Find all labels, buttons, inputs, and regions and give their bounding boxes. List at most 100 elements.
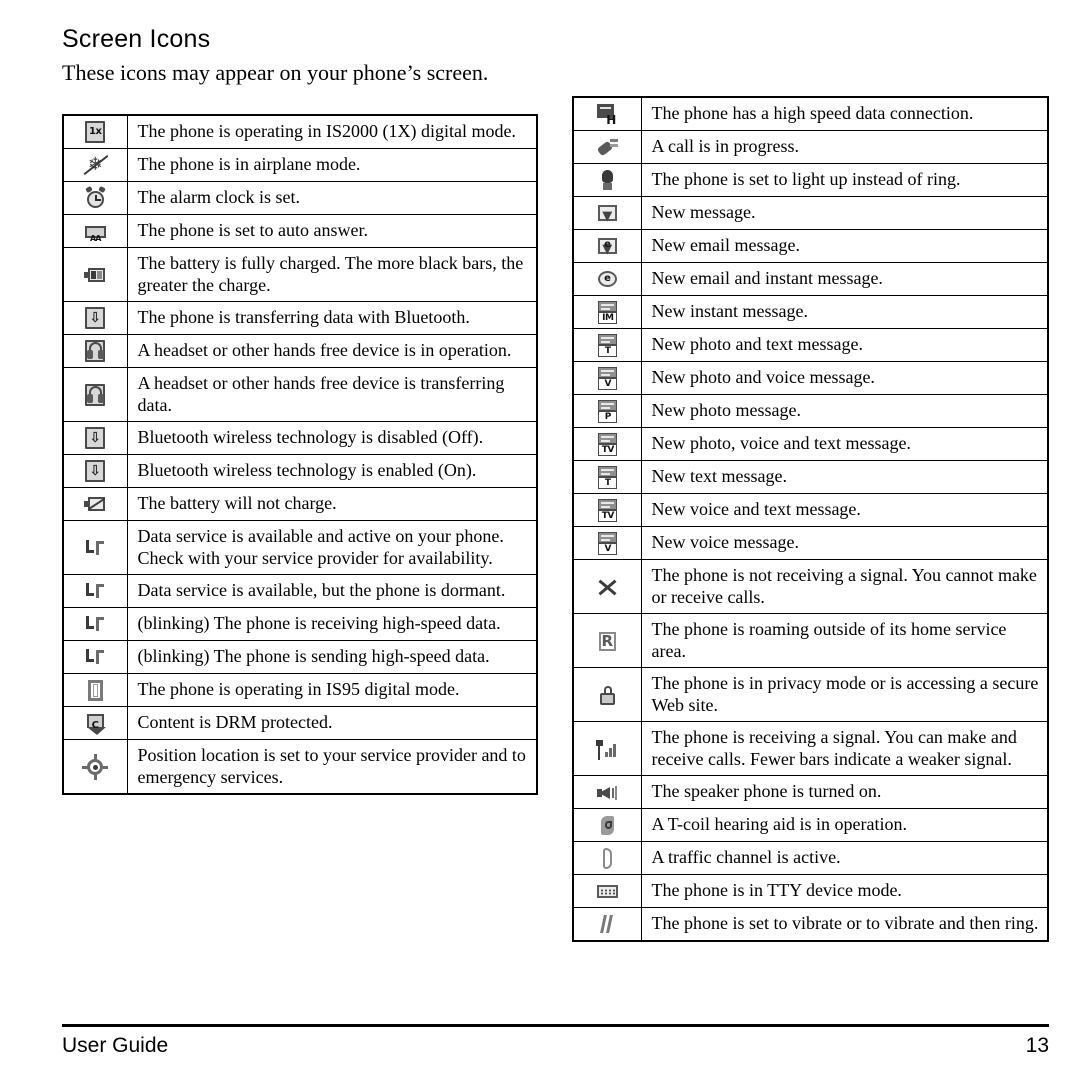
table-row: The battery will not charge. (62, 487, 538, 521)
table-row: ▼ e New email message. (572, 229, 1049, 263)
table-row: ⇩ Bluetooth wireless technology is disabl… (62, 421, 538, 455)
light-up-instead-of-ring-icon (572, 163, 642, 197)
table-row: A headset or other hands free device is … (62, 367, 538, 422)
table-row: Position location is set to your service… (62, 739, 538, 795)
table-row: ⇩ The phone is transferring data with Blu… (62, 301, 538, 335)
heading-block: Screen Icons These icons may appear on y… (62, 24, 762, 87)
drm-protected-icon: C (62, 706, 128, 740)
roaming-icon: R (572, 613, 642, 668)
page-footer: User Guide 13 (62, 1024, 1049, 1058)
icon-description: A headset or other hands free device is … (126, 367, 538, 422)
icon-description: Data service is available and active on … (126, 520, 538, 575)
battery-not-charging-icon (62, 487, 128, 521)
new-instant-message-icon: IM (572, 295, 642, 329)
document-page: Screen Icons These icons may appear on y… (0, 0, 1080, 1080)
icon-description: New text message. (640, 460, 1049, 494)
icon-description: The phone has a high speed data connecti… (640, 96, 1049, 131)
icon-description: A T-coil hearing aid is in operation. (640, 808, 1049, 842)
icon-description: A call is in progress. (640, 130, 1049, 164)
signal-strength-icon (572, 721, 642, 776)
icon-description: The phone is transferring data with Blue… (126, 301, 538, 335)
icon-description: New photo message. (640, 394, 1049, 428)
table-row: The phone is set to light up instead of … (572, 163, 1049, 197)
auto-answer-icon: AA (62, 214, 128, 248)
table-row: The phone is in privacy mode or is acces… (572, 667, 1049, 722)
icon-description: The phone is set to vibrate or to vibrat… (640, 907, 1049, 942)
icon-description: The phone is in airplane mode. (126, 148, 538, 182)
bluetooth-transferring-icon: ⇩ (62, 301, 128, 335)
screen-icons-table-right: H The phone has a high speed data connect… (572, 96, 1049, 942)
footer-page-number: 13 (1025, 1034, 1049, 1057)
icon-description: The battery is fully charged. The more b… (126, 247, 538, 302)
icon-description: The phone is in privacy mode or is acces… (640, 667, 1049, 722)
airplane-mode-icon: ❄ (62, 148, 128, 182)
table-row: Data service is available, but the phone… (62, 574, 538, 608)
icon-description: (blinking) The phone is sending high-spe… (126, 640, 538, 674)
table-row: The phone is operating in IS95 digital m… (62, 673, 538, 707)
new-email-message-icon: ▼ e (572, 229, 642, 263)
icon-description: The phone is set to auto answer. (126, 214, 538, 248)
headset-transferring-icon (62, 367, 128, 422)
table-row: The phone is set to vibrate or to vibrat… (572, 907, 1049, 942)
table-row: V New photo and voice message. (572, 361, 1049, 395)
icon-description: The battery will not charge. (126, 487, 538, 521)
table-row: (blinking) The phone is receiving high-s… (62, 607, 538, 641)
new-voice-message-icon: V (572, 526, 642, 560)
data-service-active-icon (62, 520, 128, 575)
no-signal-icon (572, 559, 642, 614)
icon-description: The phone is not receiving a signal. You… (640, 559, 1049, 614)
table-row: A headset or other hands free device is … (62, 334, 538, 368)
new-voice-and-text-message-icon: TV (572, 493, 642, 527)
table-row: TV New voice and text message. (572, 493, 1049, 527)
icon-description: New photo and text message. (640, 328, 1049, 362)
high-speed-data-icon: H (572, 96, 642, 131)
icon-description: New voice and text message. (640, 493, 1049, 527)
new-email-and-instant-message-icon: e (572, 262, 642, 296)
table-row: A T-coil hearing aid is in operation. (572, 808, 1049, 842)
table-row: The alarm clock is set. (62, 181, 538, 215)
alarm-clock-icon (62, 181, 128, 215)
traffic-channel-active-icon (572, 841, 642, 875)
data-sending-highspeed-icon (62, 640, 128, 674)
new-photo-and-text-message-icon: T (572, 328, 642, 362)
icon-description: The phone is roaming outside of its home… (640, 613, 1049, 668)
table-row: The speaker phone is turned on. (572, 775, 1049, 809)
table-row: TV New photo, voice and text message. (572, 427, 1049, 461)
icon-description: New photo and voice message. (640, 361, 1049, 395)
table-row: e New email and instant message. (572, 262, 1049, 296)
page-intro-text: These icons may appear on your phone’s s… (62, 60, 489, 85)
table-row: The phone is in TTY device mode. (572, 874, 1049, 908)
table-row: ⇩ Bluetooth wireless technology is enable… (62, 454, 538, 488)
new-photo-message-icon: P (572, 394, 642, 428)
icon-description: The phone is operating in IS95 digital m… (126, 673, 538, 707)
table-row: The phone is not receiving a signal. You… (572, 559, 1049, 614)
icon-description: Data service is available, but the phone… (126, 574, 538, 608)
screen-icons-table-left: 1x The phone is operating in IS2000 (1X) … (62, 114, 538, 795)
table-row: ▼ New message. (572, 196, 1049, 230)
new-photo-voice-and-text-message-icon: TV (572, 427, 642, 461)
icon-description: New message. (640, 196, 1049, 230)
table-row: C Content is DRM protected. (62, 706, 538, 740)
icon-description: A traffic channel is active. (640, 841, 1049, 875)
data-receiving-highspeed-icon (62, 607, 128, 641)
table-body-left: 1x The phone is operating in IS2000 (1X) … (62, 114, 538, 795)
icon-description: The phone is in TTY device mode. (640, 874, 1049, 908)
table-row: 1x The phone is operating in IS2000 (1X) … (62, 114, 538, 149)
icon-description: New photo, voice and text message. (640, 427, 1049, 461)
icon-description: (blinking) The phone is receiving high-s… (126, 607, 538, 641)
table-row: A traffic channel is active. (572, 841, 1049, 875)
table-row: IM New instant message. (572, 295, 1049, 329)
icon-description: The phone is receiving a signal. You can… (640, 721, 1049, 776)
table-row: H The phone has a high speed data connect… (572, 96, 1049, 131)
footer-row: User Guide 13 (62, 1027, 1049, 1058)
bluetooth-enabled-icon: ⇩ (62, 454, 128, 488)
data-service-dormant-icon (62, 574, 128, 608)
footer-document-label: User Guide (62, 1034, 169, 1057)
privacy-secure-lock-icon (572, 667, 642, 722)
tty-device-mode-icon (572, 874, 642, 908)
new-text-message-icon: T (572, 460, 642, 494)
table-row: The battery is fully charged. The more b… (62, 247, 538, 302)
table-row: A call is in progress. (572, 130, 1049, 164)
vibrate-icon (572, 907, 642, 942)
icon-description: The phone is set to light up instead of … (640, 163, 1049, 197)
